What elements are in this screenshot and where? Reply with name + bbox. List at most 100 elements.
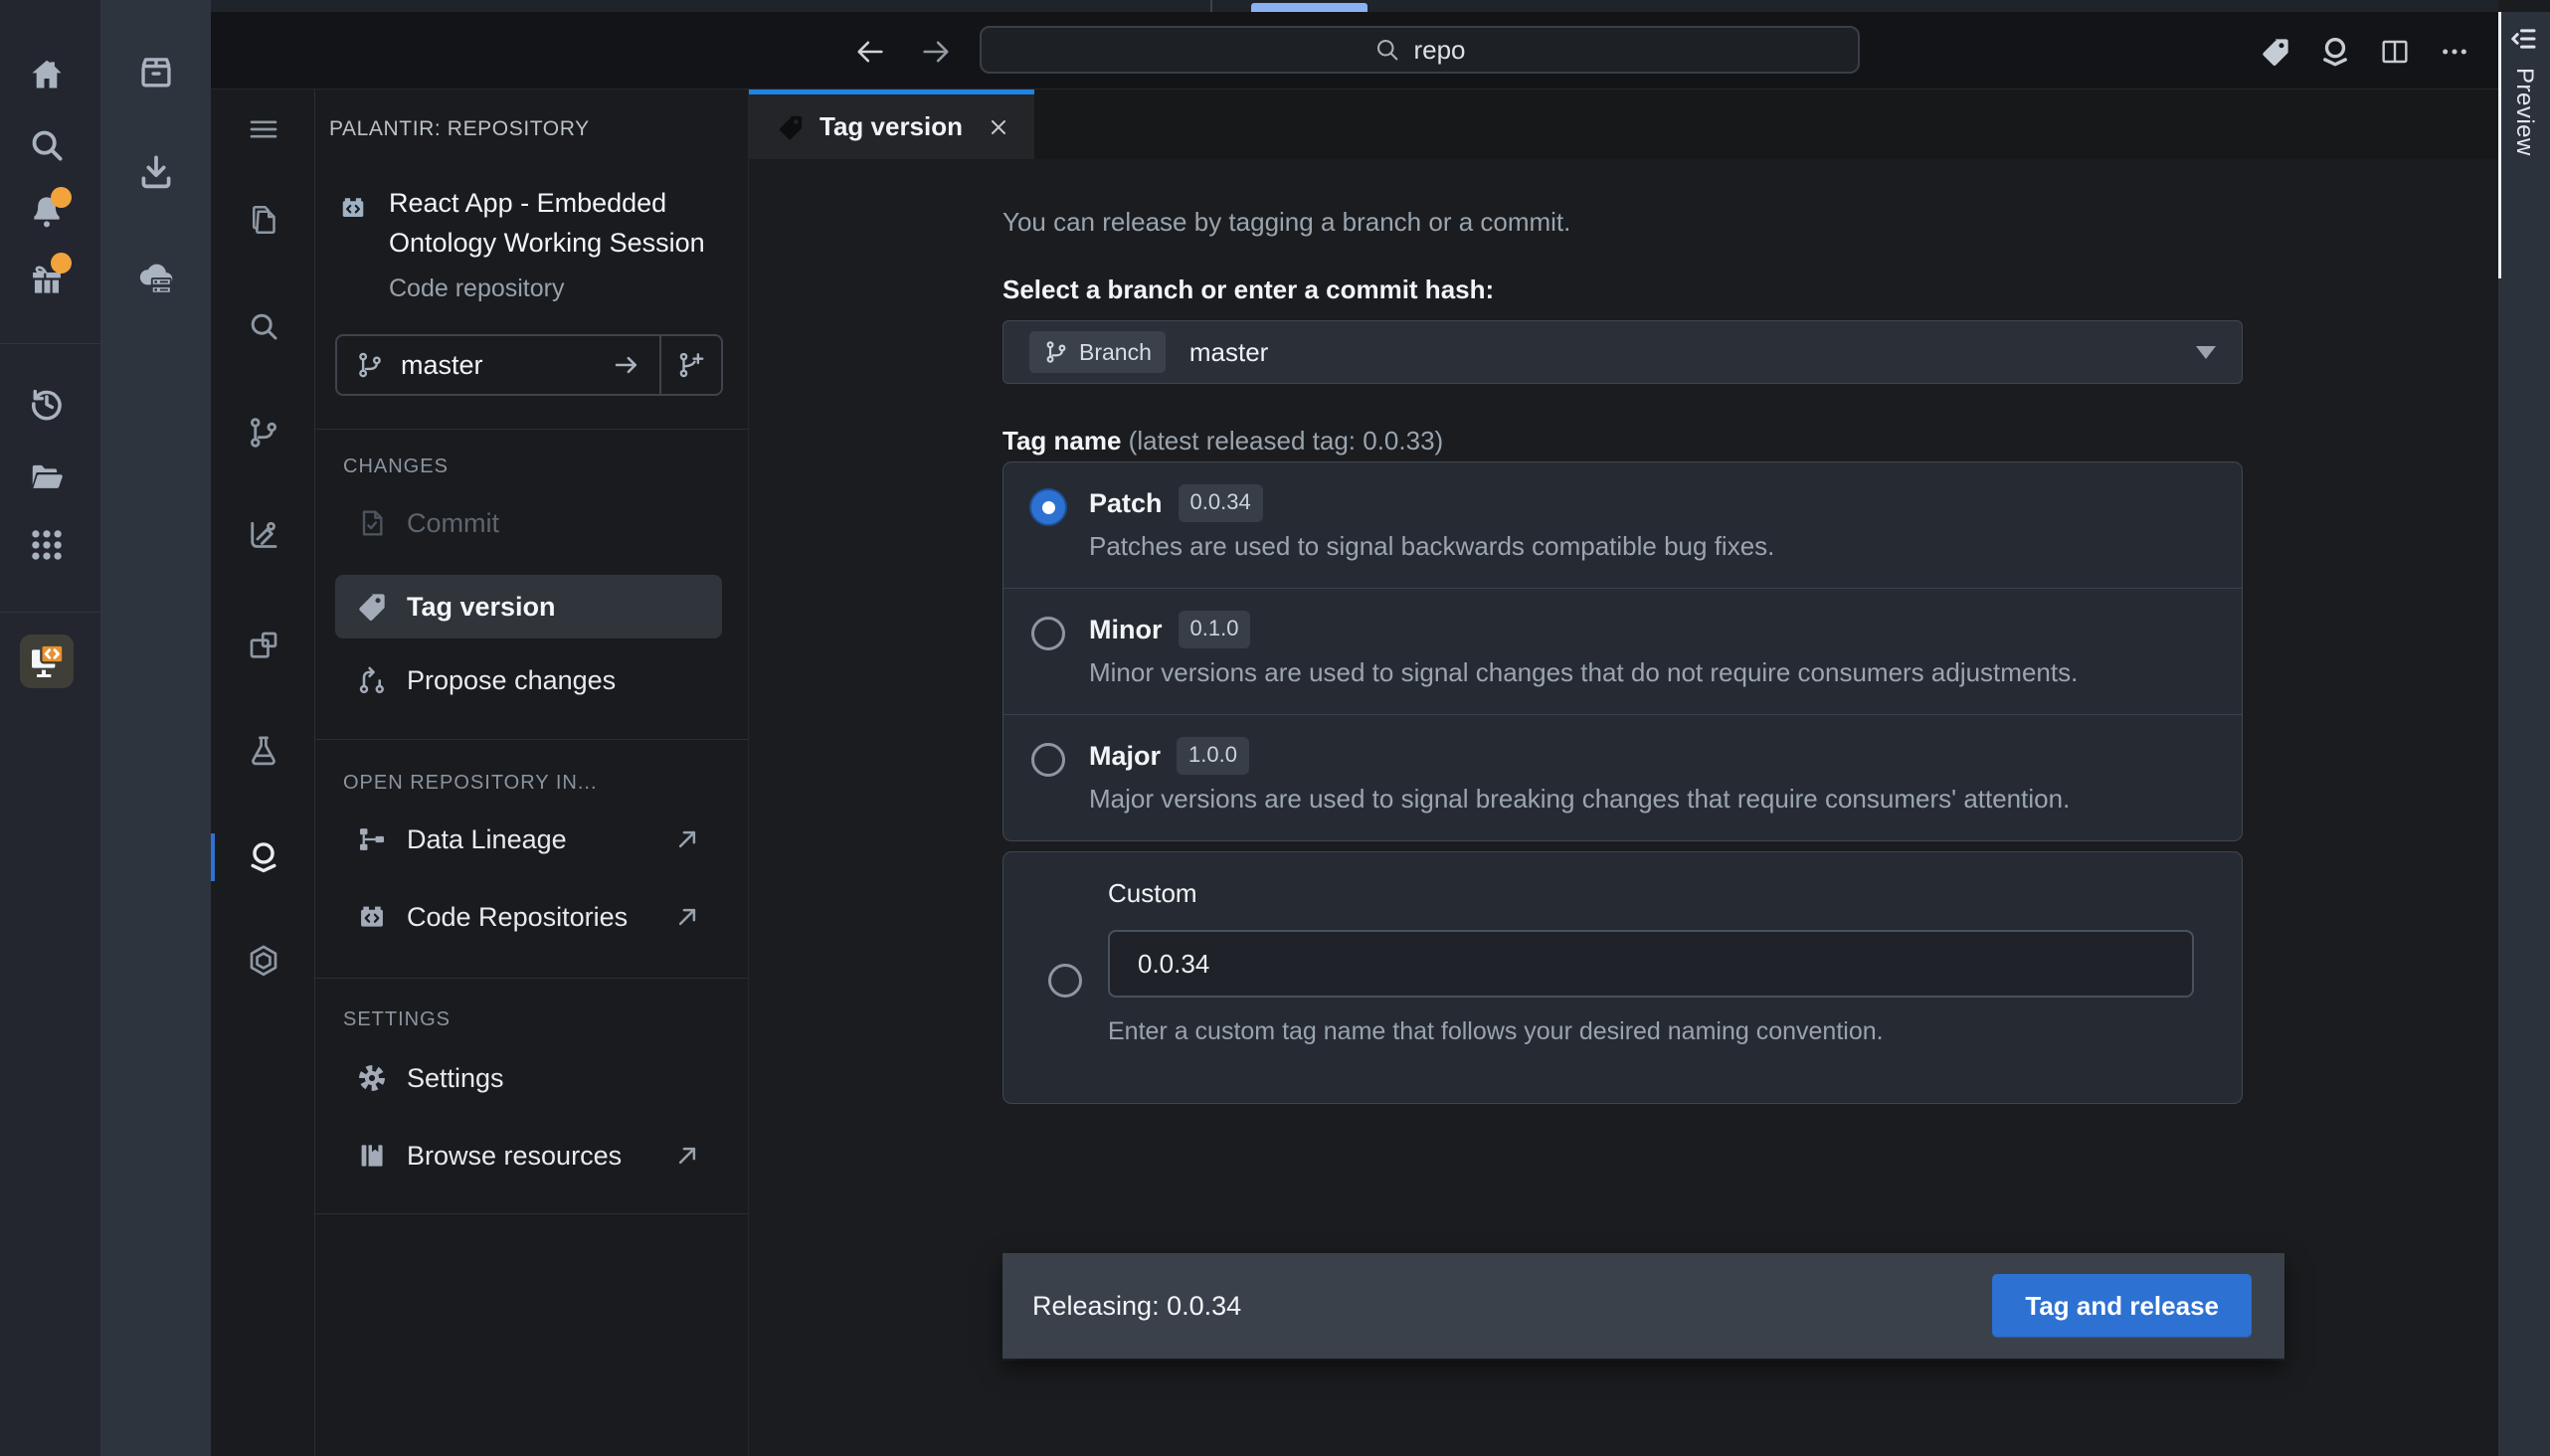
preview-tab[interactable]: Preview <box>2498 12 2550 156</box>
git-branch-icon <box>355 350 385 380</box>
sidebar-item-browse-resources[interactable]: Browse resources <box>315 1124 748 1187</box>
search-icon <box>1373 36 1401 64</box>
git-branch-icon <box>1043 339 1069 365</box>
apps-grid-icon[interactable] <box>28 526 66 564</box>
tag-icon[interactable] <box>2258 34 2293 70</box>
code-repo-icon <box>356 901 388 933</box>
archive-box-icon[interactable] <box>135 52 177 93</box>
radio-major[interactable] <box>1031 743 1065 777</box>
repository-type: Code repository <box>389 274 564 303</box>
back-arrow-icon[interactable] <box>853 35 887 69</box>
cloud-servers-icon[interactable] <box>135 257 177 298</box>
rail-divider <box>0 612 100 613</box>
forward-arrow-icon[interactable] <box>919 35 953 69</box>
panel-divider <box>315 739 748 740</box>
tag-name-heading: Tag name (latest released tag: 0.0.33) <box>1002 426 1443 456</box>
changes-section-label: CHANGES <box>343 455 449 478</box>
activity-bar <box>211 90 315 1456</box>
release-intro-text: You can release by tagging a branch or a… <box>1002 207 1570 238</box>
search-input[interactable]: repo <box>980 26 1860 74</box>
menu-icon[interactable] <box>246 111 281 147</box>
top-navigation-bar: repo <box>211 12 2498 90</box>
option-name: Patch <box>1089 488 1163 519</box>
flask-icon[interactable] <box>246 733 281 769</box>
option-minor[interactable]: Minor 0.1.0 Minor versions are used to s… <box>1003 588 2242 714</box>
ontology-icon[interactable] <box>2317 34 2353 70</box>
editor-tab-bar: Tag version <box>749 90 2498 159</box>
option-name: Major <box>1089 741 1161 772</box>
rail-divider <box>0 343 100 344</box>
folder-icon[interactable] <box>28 457 66 495</box>
option-description: Minor versions are used to signal change… <box>1089 657 2078 688</box>
radio-custom[interactable] <box>1048 964 1082 998</box>
chevron-down-icon <box>2196 346 2216 359</box>
lineage-icon <box>356 823 388 855</box>
version-badge: 1.0.0 <box>1177 737 1249 775</box>
utility-rail <box>100 0 211 1456</box>
platform-rail <box>0 0 100 1456</box>
chip-label: Branch <box>1079 339 1152 366</box>
commit-document-icon <box>356 507 388 539</box>
branch-prompt-label: Select a branch or enter a commit hash: <box>1002 274 1494 305</box>
ontology-icon[interactable] <box>246 839 281 875</box>
releasing-version-text: Releasing: 0.0.34 <box>1032 1291 1241 1322</box>
branch-select-dropdown[interactable]: Branch master <box>1002 320 2243 384</box>
deploy-icon[interactable] <box>246 518 281 554</box>
sidebar-item-propose-changes[interactable]: Propose changes <box>315 648 748 712</box>
custom-label: Custom <box>1108 878 1197 909</box>
git-branch-icon[interactable] <box>246 415 281 451</box>
branch-type-chip: Branch <box>1029 331 1166 373</box>
code-repo-icon <box>338 193 368 223</box>
gift-icon[interactable] <box>28 261 66 298</box>
option-description: Major versions are used to signal breaki… <box>1089 784 2070 815</box>
option-major[interactable]: Major 1.0.0 Major versions are used to s… <box>1003 714 2242 840</box>
bell-icon[interactable] <box>28 193 66 231</box>
preview-label: Preview <box>2510 68 2538 156</box>
settings-section-label: SETTINGS <box>343 1008 451 1031</box>
propose-changes-icon <box>356 664 388 696</box>
preview-resize-handle[interactable] <box>2498 12 2501 278</box>
sidebar-item-label: Browse resources <box>407 1141 622 1172</box>
panel-title: PALANTIR: REPOSITORY <box>329 117 590 141</box>
download-icon[interactable] <box>135 151 177 193</box>
tag-icon <box>356 591 388 623</box>
split-view-icon[interactable] <box>2377 34 2413 70</box>
history-icon[interactable] <box>28 385 66 423</box>
radio-patch[interactable] <box>1031 490 1065 524</box>
blocks-icon[interactable] <box>246 628 281 663</box>
more-icon[interactable] <box>2437 34 2472 70</box>
panel-divider <box>315 1213 748 1214</box>
radio-minor[interactable] <box>1031 617 1065 650</box>
close-icon[interactable] <box>987 115 1010 139</box>
repository-side-panel: PALANTIR: REPOSITORY React App - Embedde… <box>315 90 749 1456</box>
tag-and-release-button[interactable]: Tag and release <box>1992 1274 2252 1338</box>
latest-tag-hint: (latest released tag: 0.0.33) <box>1129 426 1444 455</box>
home-icon[interactable] <box>28 56 66 93</box>
repository-name: React App - Embedded Ontology Working Se… <box>389 183 733 263</box>
branch-selector[interactable]: master <box>337 336 659 394</box>
search-icon[interactable] <box>28 126 66 164</box>
branch-control: master <box>335 334 723 396</box>
current-branch-name: master <box>401 350 596 381</box>
tag-version-panel: You can release by tagging a branch or a… <box>749 159 2498 1456</box>
sidebar-item-code-repositories[interactable]: Code Repositories <box>315 885 748 949</box>
option-patch[interactable]: Patch 0.0.34 Patches are used to signal … <box>1003 462 2242 588</box>
create-branch-button[interactable] <box>659 336 721 394</box>
search-icon[interactable] <box>246 308 281 344</box>
custom-tag-input[interactable] <box>1108 930 2194 998</box>
custom-tag-card: Custom Enter a custom tag name that foll… <box>1002 851 2243 1104</box>
release-footer-bar: Releasing: 0.0.34 Tag and release <box>1002 1253 2284 1359</box>
sidebar-item-label: Settings <box>407 1063 504 1094</box>
top-strip-blue-indicator <box>1251 3 1367 12</box>
option-name: Minor <box>1089 615 1163 645</box>
sidebar-item-data-lineage[interactable]: Data Lineage <box>315 808 748 871</box>
sidebar-item-tag-version[interactable]: Tag version <box>335 575 722 638</box>
files-copy-icon[interactable] <box>246 202 281 238</box>
code-repositories-app-tile[interactable] <box>20 635 74 688</box>
sidebar-item-label: Data Lineage <box>407 824 567 855</box>
notification-badge <box>51 187 72 208</box>
search-value: repo <box>1413 35 1465 66</box>
tab-tag-version[interactable]: Tag version <box>749 90 1034 159</box>
sidebar-item-settings[interactable]: Settings <box>315 1046 748 1110</box>
hexagon-icon[interactable] <box>246 943 281 979</box>
